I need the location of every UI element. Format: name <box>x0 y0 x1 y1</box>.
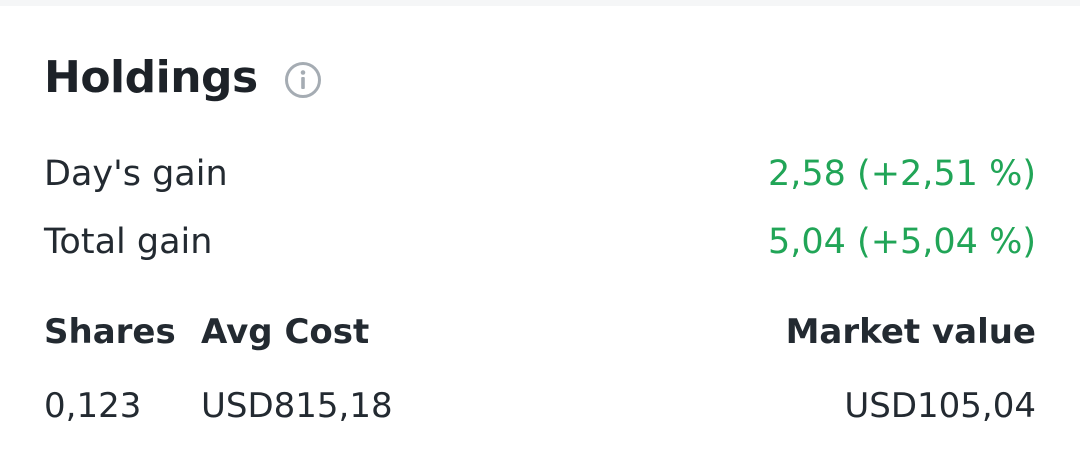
holdings-header: Holdings <box>44 48 322 108</box>
days-gain-label: Day's gain <box>44 154 228 194</box>
days-gain-value: 2,58 (+2,51 %) <box>767 154 1036 194</box>
total-gain-value: 5,04 (+5,04 %) <box>767 222 1036 262</box>
shares-value: 0,123 <box>44 386 142 426</box>
days-gain-row: Day's gain 2,58 (+2,51 %) <box>44 151 1036 197</box>
market-value-header: Market value <box>785 312 1036 352</box>
total-gain-label: Total gain <box>44 222 213 262</box>
holdings-card: Holdings Day's gain 2,58 (+2,51 %) Total… <box>0 6 1080 469</box>
holdings-values-row: 0,123 USD815,18 USD105,04 <box>44 383 1036 429</box>
info-icon[interactable] <box>284 61 322 99</box>
avg-cost-header: Avg Cost <box>201 312 370 352</box>
market-value-value: USD105,04 <box>844 386 1036 426</box>
avg-cost-value: USD815,18 <box>201 386 393 426</box>
shares-header: Shares <box>44 312 176 352</box>
holdings-title: Holdings <box>44 52 258 103</box>
total-gain-row: Total gain 5,04 (+5,04 %) <box>44 219 1036 265</box>
holdings-column-headers: Shares Avg Cost Market value <box>44 309 1036 355</box>
